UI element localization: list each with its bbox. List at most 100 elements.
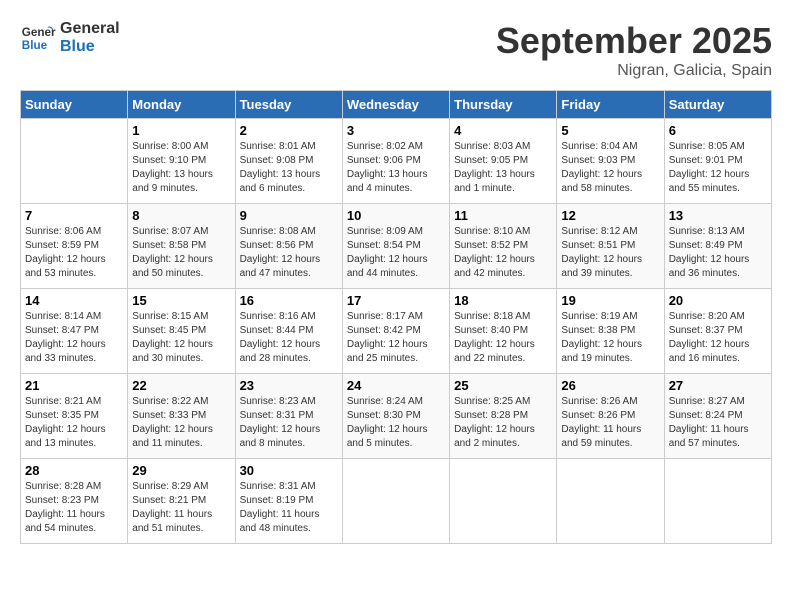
day-info: Sunrise: 8:10 AMSunset: 8:52 PMDaylight:…	[454, 225, 552, 281]
day-info: Sunrise: 8:23 AMSunset: 8:31 PMDaylight:…	[240, 395, 338, 451]
day-number: 11	[454, 208, 552, 223]
logo-general: General	[60, 20, 120, 38]
logo-blue: Blue	[60, 38, 120, 56]
logo: General Blue General Blue	[20, 20, 120, 56]
calendar-table: SundayMondayTuesdayWednesdayThursdayFrid…	[20, 90, 772, 544]
day-number: 25	[454, 378, 552, 393]
calendar-cell: 26Sunrise: 8:26 AMSunset: 8:26 PMDayligh…	[557, 374, 664, 459]
svg-text:General: General	[22, 26, 56, 39]
day-info: Sunrise: 8:20 AMSunset: 8:37 PMDaylight:…	[669, 310, 767, 366]
day-number: 17	[347, 293, 445, 308]
month-heading: September 2025	[496, 20, 772, 62]
day-number: 3	[347, 123, 445, 138]
location-heading: Nigran, Galicia, Spain	[496, 62, 772, 80]
calendar-cell: 11 Sunrise: 8:10 AMSunset: 8:52 PMDayligh…	[450, 204, 557, 289]
day-info: Sunrise: 8:24 AMSunset: 8:30 PMDaylight:…	[347, 395, 445, 451]
calendar-week-row: 1 Sunrise: 8:00 AMSunset: 9:10 PMDaylight…	[21, 119, 772, 204]
weekday-header: Friday	[557, 91, 664, 119]
day-info: Sunrise: 8:22 AMSunset: 8:33 PMDaylight:…	[132, 395, 230, 451]
day-info: Sunrise: 8:13 AMSunset: 8:49 PMDaylight:…	[669, 225, 767, 281]
calendar-cell: 5 Sunrise: 8:04 AMSunset: 9:03 PMDaylight…	[557, 119, 664, 204]
calendar-cell: 12 Sunrise: 8:12 AMSunset: 8:51 PMDayligh…	[557, 204, 664, 289]
day-info: Sunrise: 8:15 AMSunset: 8:45 PMDaylight:…	[132, 310, 230, 366]
day-number: 4	[454, 123, 552, 138]
calendar-week-row: 28 Sunrise: 8:28 AMSunset: 8:23 PMDayligh…	[21, 459, 772, 544]
day-number: 28	[25, 463, 123, 478]
day-number: 18	[454, 293, 552, 308]
day-number: 20	[669, 293, 767, 308]
day-number: 12	[561, 208, 659, 223]
weekday-header-row: SundayMondayTuesdayWednesdayThursdayFrid…	[21, 91, 772, 119]
calendar-cell: 7Sunrise: 8:06 AMSunset: 8:59 PMDaylight…	[21, 204, 128, 289]
calendar-cell: 13Sunrise: 8:13 AMSunset: 8:49 PMDayligh…	[664, 204, 771, 289]
calendar-cell: 6 Sunrise: 8:05 AMSunset: 9:01 PMDaylight…	[664, 119, 771, 204]
calendar-cell: 16Sunrise: 8:16 AMSunset: 8:44 PMDayligh…	[235, 289, 342, 374]
day-info: Sunrise: 8:12 AMSunset: 8:51 PMDaylight:…	[561, 225, 659, 281]
day-info: Sunrise: 8:29 AMSunset: 8:21 PMDaylight:…	[132, 480, 230, 536]
day-info: Sunrise: 8:09 AMSunset: 8:54 PMDaylight:…	[347, 225, 445, 281]
calendar-cell	[21, 119, 128, 204]
calendar-cell	[342, 459, 449, 544]
calendar-cell	[664, 459, 771, 544]
calendar-cell: 2 Sunrise: 8:01 AMSunset: 9:08 PMDaylight…	[235, 119, 342, 204]
day-info: Sunrise: 8:19 AMSunset: 8:38 PMDaylight:…	[561, 310, 659, 366]
month-title: September 2025 Nigran, Galicia, Spain	[496, 20, 772, 80]
calendar-cell: 27Sunrise: 8:27 AMSunset: 8:24 PMDayligh…	[664, 374, 771, 459]
calendar-cell: 3 Sunrise: 8:02 AMSunset: 9:06 PMDaylight…	[342, 119, 449, 204]
svg-text:Blue: Blue	[22, 39, 48, 52]
day-info: Sunrise: 8:02 AMSunset: 9:06 PMDaylight:…	[347, 140, 445, 196]
calendar-cell: 9 Sunrise: 8:08 AMSunset: 8:56 PMDaylight…	[235, 204, 342, 289]
calendar-cell: 28 Sunrise: 8:28 AMSunset: 8:23 PMDayligh…	[21, 459, 128, 544]
day-number: 8	[132, 208, 230, 223]
day-info: Sunrise: 8:16 AMSunset: 8:44 PMDaylight:…	[240, 310, 338, 366]
calendar-cell	[450, 459, 557, 544]
weekday-header: Saturday	[664, 91, 771, 119]
day-number: 10	[347, 208, 445, 223]
calendar-cell: 23 Sunrise: 8:23 AMSunset: 8:31 PMDayligh…	[235, 374, 342, 459]
calendar-week-row: 7Sunrise: 8:06 AMSunset: 8:59 PMDaylight…	[21, 204, 772, 289]
calendar-cell: 1 Sunrise: 8:00 AMSunset: 9:10 PMDaylight…	[128, 119, 235, 204]
day-number: 9	[240, 208, 338, 223]
calendar-cell: 20 Sunrise: 8:20 AMSunset: 8:37 PMDayligh…	[664, 289, 771, 374]
day-number: 23	[240, 378, 338, 393]
day-number: 5	[561, 123, 659, 138]
weekday-header: Monday	[128, 91, 235, 119]
day-info: Sunrise: 8:08 AMSunset: 8:56 PMDaylight:…	[240, 225, 338, 281]
calendar-cell: 19Sunrise: 8:19 AMSunset: 8:38 PMDayligh…	[557, 289, 664, 374]
calendar-cell: 21 Sunrise: 8:21 AMSunset: 8:35 PMDayligh…	[21, 374, 128, 459]
header: General Blue General Blue September 2025…	[20, 20, 772, 80]
calendar-cell: 25Sunrise: 8:25 AMSunset: 8:28 PMDayligh…	[450, 374, 557, 459]
day-info: Sunrise: 8:07 AMSunset: 8:58 PMDaylight:…	[132, 225, 230, 281]
day-number: 7	[25, 208, 123, 223]
weekday-header: Tuesday	[235, 91, 342, 119]
day-number: 15	[132, 293, 230, 308]
day-info: Sunrise: 8:05 AMSunset: 9:01 PMDaylight:…	[669, 140, 767, 196]
day-info: Sunrise: 8:03 AMSunset: 9:05 PMDaylight:…	[454, 140, 552, 196]
calendar-cell	[557, 459, 664, 544]
calendar-cell: 14Sunrise: 8:14 AMSunset: 8:47 PMDayligh…	[21, 289, 128, 374]
day-number: 6	[669, 123, 767, 138]
calendar-cell: 8 Sunrise: 8:07 AMSunset: 8:58 PMDaylight…	[128, 204, 235, 289]
day-info: Sunrise: 8:31 AMSunset: 8:19 PMDaylight:…	[240, 480, 338, 536]
day-number: 24	[347, 378, 445, 393]
day-info: Sunrise: 8:04 AMSunset: 9:03 PMDaylight:…	[561, 140, 659, 196]
weekday-header: Sunday	[21, 91, 128, 119]
calendar-cell: 15 Sunrise: 8:15 AMSunset: 8:45 PMDayligh…	[128, 289, 235, 374]
day-number: 2	[240, 123, 338, 138]
calendar-cell: 17 Sunrise: 8:17 AMSunset: 8:42 PMDayligh…	[342, 289, 449, 374]
calendar-cell: 29 Sunrise: 8:29 AMSunset: 8:21 PMDayligh…	[128, 459, 235, 544]
calendar-cell: 4 Sunrise: 8:03 AMSunset: 9:05 PMDaylight…	[450, 119, 557, 204]
calendar-cell: 30Sunrise: 8:31 AMSunset: 8:19 PMDayligh…	[235, 459, 342, 544]
day-info: Sunrise: 8:01 AMSunset: 9:08 PMDaylight:…	[240, 140, 338, 196]
day-number: 1	[132, 123, 230, 138]
day-number: 21	[25, 378, 123, 393]
calendar-cell: 18Sunrise: 8:18 AMSunset: 8:40 PMDayligh…	[450, 289, 557, 374]
day-number: 29	[132, 463, 230, 478]
day-info: Sunrise: 8:21 AMSunset: 8:35 PMDaylight:…	[25, 395, 123, 451]
weekday-header: Wednesday	[342, 91, 449, 119]
day-info: Sunrise: 8:26 AMSunset: 8:26 PMDaylight:…	[561, 395, 659, 451]
day-info: Sunrise: 8:17 AMSunset: 8:42 PMDaylight:…	[347, 310, 445, 366]
day-info: Sunrise: 8:00 AMSunset: 9:10 PMDaylight:…	[132, 140, 230, 196]
day-info: Sunrise: 8:28 AMSunset: 8:23 PMDaylight:…	[25, 480, 123, 536]
day-number: 14	[25, 293, 123, 308]
